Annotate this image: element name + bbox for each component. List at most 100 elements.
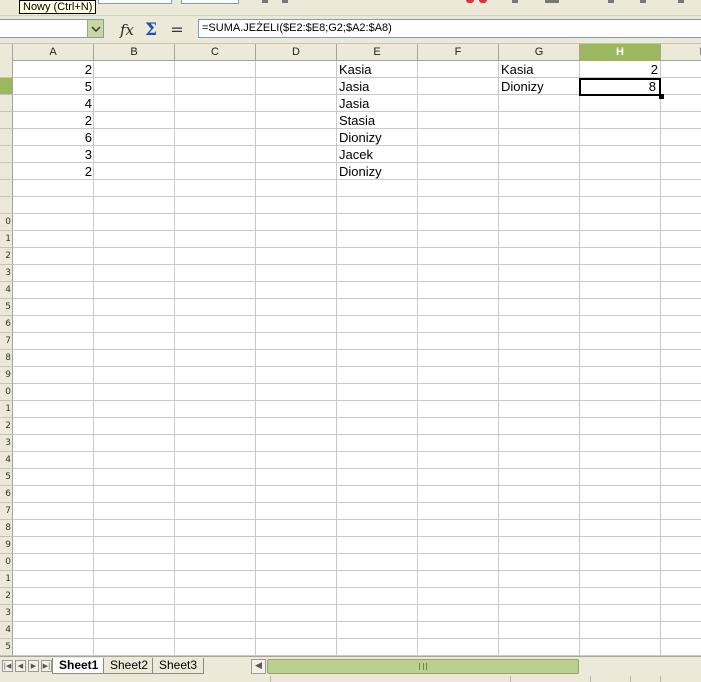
tab-sheet2[interactable]: Sheet2 (103, 658, 156, 674)
row-header[interactable] (0, 163, 13, 180)
column-header-e[interactable]: E (337, 44, 418, 61)
row-header[interactable]: 3 (0, 435, 13, 452)
row-header[interactable] (0, 95, 13, 112)
row-header[interactable] (0, 129, 13, 146)
row-gridline (13, 502, 701, 503)
toolbar-button-icon[interactable] (282, 0, 288, 3)
row-header[interactable] (0, 180, 13, 197)
function-wizard-icon[interactable]: fx (117, 20, 137, 39)
column-header-h[interactable]: H (580, 44, 661, 61)
cell-h1[interactable]: 2 (580, 61, 660, 78)
name-box-dropdown-button[interactable] (87, 20, 103, 37)
row-header[interactable]: 2 (0, 248, 13, 265)
toolbar-button-icon[interactable] (678, 0, 684, 3)
first-sheet-button[interactable]: |◀ (2, 660, 13, 672)
row-header[interactable]: 1 (0, 231, 13, 248)
column-header-g[interactable]: G (499, 44, 580, 61)
scroll-left-button[interactable]: ◀ (251, 659, 266, 674)
row-header[interactable]: 1 (0, 571, 13, 588)
last-sheet-button[interactable]: ▶| (41, 660, 52, 672)
cell-g2[interactable]: Dionizy (499, 78, 579, 95)
column-header-a[interactable]: A (13, 44, 94, 61)
equals-icon[interactable]: = (167, 20, 187, 39)
row-header[interactable] (0, 146, 13, 163)
row-header[interactable]: 2 (0, 418, 13, 435)
autofill-handle[interactable] (659, 94, 664, 99)
row-header[interactable]: 8 (0, 520, 13, 537)
column-header-i[interactable]: I (661, 44, 701, 61)
column-gridline (174, 61, 175, 656)
row-header[interactable]: 3 (0, 605, 13, 622)
cell-e4[interactable]: Stasia (337, 112, 417, 129)
row-header[interactable]: 7 (0, 503, 13, 520)
toolbar-button-icon[interactable] (608, 0, 614, 3)
toolbar-button-icon[interactable] (479, 0, 487, 3)
sheet-tab-bar: |◀ ◀ ▶ ▶| Sheet1 Sheet2 Sheet3 ◀ (0, 656, 701, 682)
cell-e7[interactable]: Dionizy (337, 163, 417, 180)
toolbar-button-icon[interactable] (640, 0, 646, 3)
toolbar-button-icon[interactable] (512, 0, 518, 3)
toolbar-button-icon[interactable] (545, 0, 559, 3)
row-header[interactable]: 9 (0, 367, 13, 384)
select-all-corner[interactable] (0, 44, 13, 61)
cell-e6[interactable]: Jacek (337, 146, 417, 163)
row-header[interactable]: 3 (0, 265, 13, 282)
row-header[interactable]: 5 (0, 639, 13, 656)
cell-e5[interactable]: Dionizy (337, 129, 417, 146)
toolbar-button-icon[interactable] (262, 0, 268, 3)
font-size-box[interactable] (181, 0, 239, 4)
row-header[interactable]: 2 (0, 588, 13, 605)
row-header[interactable]: 0 (0, 554, 13, 571)
font-name-box[interactable] (98, 0, 172, 4)
toolbar-button-icon[interactable] (466, 0, 474, 3)
status-bar-segment (590, 676, 630, 682)
row-header[interactable]: 5 (0, 469, 13, 486)
column-header-c[interactable]: C (175, 44, 256, 61)
row-header[interactable]: 1 (0, 401, 13, 418)
row-header[interactable]: 0 (0, 384, 13, 401)
row-header[interactable]: 9 (0, 537, 13, 554)
row-header[interactable] (0, 78, 13, 95)
cell-a2[interactable]: 5 (14, 78, 94, 95)
row-header[interactable]: 6 (0, 316, 13, 333)
prev-sheet-button[interactable]: ◀ (15, 660, 26, 672)
row-header[interactable] (0, 112, 13, 129)
row-gridline (13, 400, 701, 401)
cell-g1[interactable]: Kasia (499, 61, 579, 78)
cell-a7[interactable]: 2 (14, 163, 94, 180)
cell-a4[interactable]: 2 (14, 112, 94, 129)
row-header[interactable] (0, 197, 13, 214)
sigma-icon[interactable]: Σ (141, 20, 161, 40)
tab-sheet1[interactable]: Sheet1 (52, 658, 106, 674)
cell-a6[interactable]: 3 (14, 146, 94, 163)
row-header[interactable]: 4 (0, 452, 13, 469)
column-header-f[interactable]: F (418, 44, 499, 61)
row-header[interactable]: 4 (0, 282, 13, 299)
cell-e1[interactable]: Kasia (337, 61, 417, 78)
name-box[interactable] (0, 19, 104, 38)
column-header-b[interactable]: B (94, 44, 175, 61)
row-header[interactable]: 0 (0, 214, 13, 231)
standard-toolbar (0, 0, 701, 16)
horizontal-scrollbar-thumb[interactable] (267, 659, 579, 674)
cell-a5[interactable]: 6 (14, 129, 94, 146)
active-cell-cursor[interactable] (579, 78, 661, 96)
column-header-d[interactable]: D (256, 44, 337, 61)
spreadsheet-grid[interactable]: A B C D E F G H I 0123456789012345678901… (0, 44, 701, 656)
next-sheet-button[interactable]: ▶ (28, 660, 39, 672)
row-header[interactable]: 6 (0, 486, 13, 503)
tooltip: Nowy (Ctrl+N) (19, 0, 97, 14)
tab-sheet3[interactable]: Sheet3 (152, 658, 205, 674)
status-bar-segment (630, 676, 660, 682)
row-header[interactable] (0, 61, 13, 78)
status-bar-segment (270, 676, 510, 682)
cell-a3[interactable]: 4 (14, 95, 94, 112)
row-header[interactable]: 4 (0, 622, 13, 639)
cell-e3[interactable]: Jasia (337, 95, 417, 112)
cell-e2[interactable]: Jasia (337, 78, 417, 95)
formula-input[interactable]: =SUMA.JEŻELI($E2:$E8;G2;$A2:$A8) (198, 19, 701, 38)
cell-a1[interactable]: 2 (14, 61, 94, 78)
row-header[interactable]: 5 (0, 299, 13, 316)
row-header[interactable]: 8 (0, 350, 13, 367)
row-header[interactable]: 7 (0, 333, 13, 350)
